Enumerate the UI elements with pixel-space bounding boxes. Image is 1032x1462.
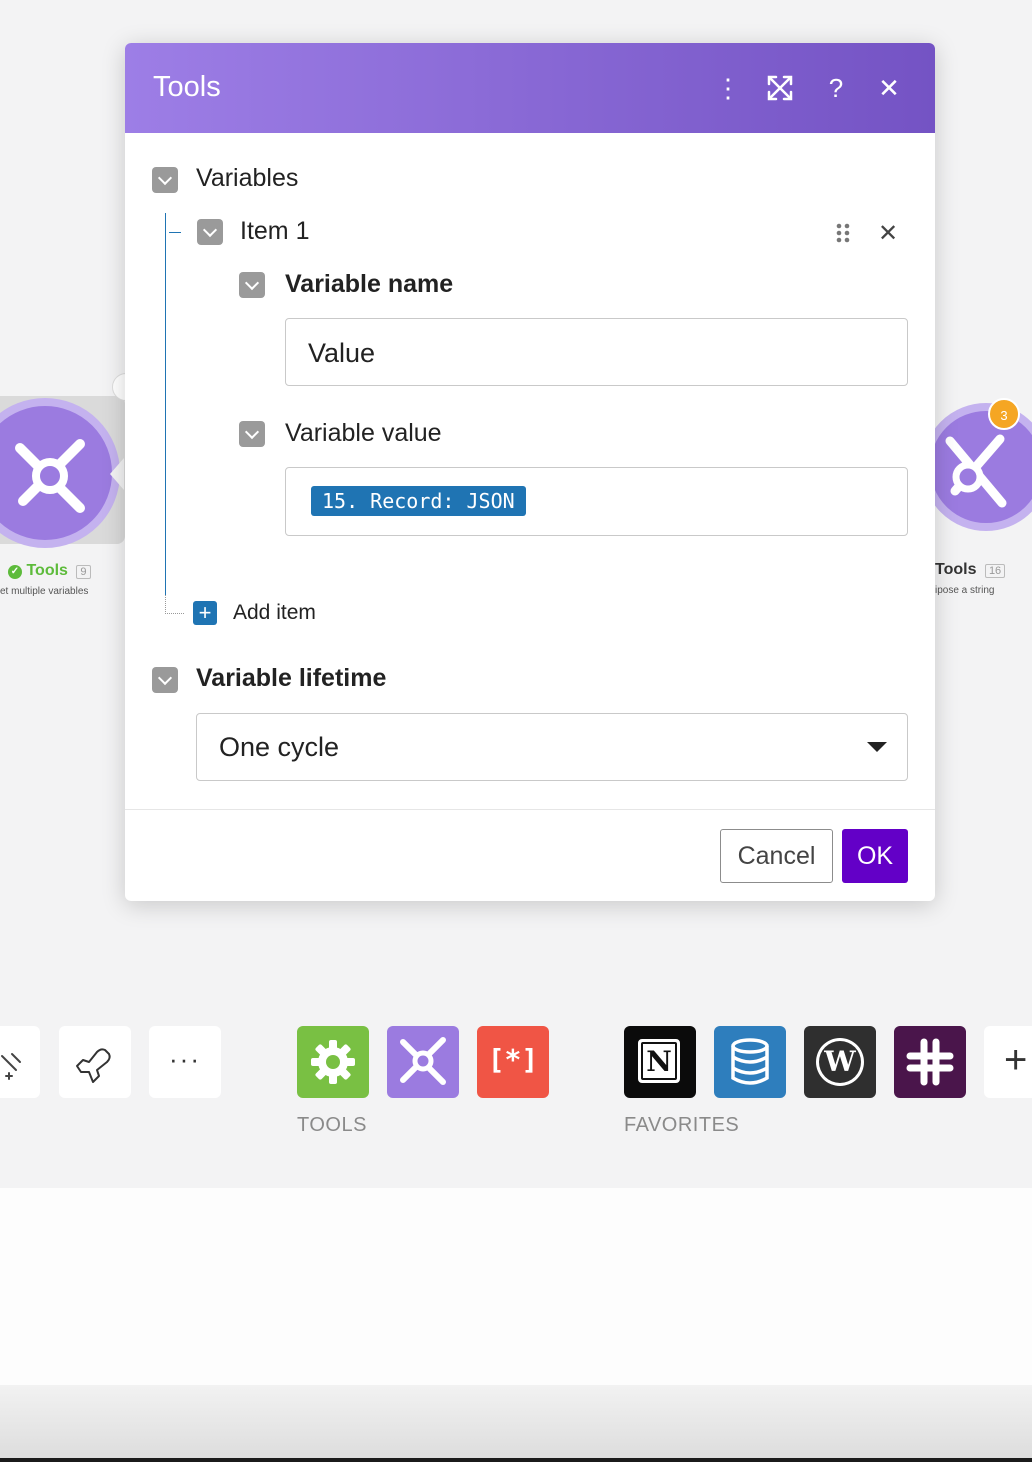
module-circle[interactable]: [0, 398, 120, 548]
maximize-icon[interactable]: [762, 70, 798, 106]
toolbar-tools-wrench-button[interactable]: [387, 1026, 459, 1098]
slack-icon: [906, 1038, 954, 1086]
toolbar-slack-button[interactable]: [894, 1026, 966, 1098]
tree-line-item: [169, 232, 181, 233]
database-icon: [731, 1038, 769, 1085]
variable-name-value: Value: [308, 338, 376, 368]
remove-item-icon[interactable]: ✕: [878, 219, 898, 248]
notion-icon: N: [638, 1039, 680, 1083]
module-label: Tools 16: [935, 561, 1006, 579]
variable-value-collapse-toggle[interactable]: [239, 421, 265, 447]
add-item-button[interactable]: + Add item: [193, 600, 353, 630]
more-horizontal-icon: ···: [169, 1044, 201, 1074]
item-collapse-toggle[interactable]: [197, 219, 223, 245]
regex-brackets-icon: [*]: [487, 1043, 539, 1076]
more-options-icon[interactable]: ⋮: [710, 70, 746, 106]
close-icon[interactable]: ✕: [871, 70, 907, 106]
variable-value-label: Variable value: [285, 419, 442, 447]
lifetime-select[interactable]: One cycle: [196, 713, 908, 781]
tools-module-dialog: Tools ⋮ ? ✕ Variables Item 1 ✕ Variable …: [125, 43, 935, 901]
module-subtitle: et multiple variables: [0, 586, 89, 597]
wrench-screwdriver-icon: [400, 1037, 446, 1085]
dialog-header: Tools ⋮ ? ✕: [125, 43, 935, 133]
help-icon[interactable]: ?: [818, 70, 854, 106]
ok-button[interactable]: OK: [842, 829, 908, 883]
variable-name-input[interactable]: Value: [285, 318, 908, 386]
module-name: Tools: [935, 561, 977, 578]
toolbar-notion-button[interactable]: N: [624, 1026, 696, 1098]
plus-icon: +: [193, 601, 217, 625]
variable-name-collapse-toggle[interactable]: [239, 272, 265, 298]
dropdown-caret-icon: [867, 742, 887, 752]
variable-value-input[interactable]: 15. Record: JSON: [285, 467, 908, 536]
dialog-title: Tools: [153, 71, 221, 103]
toolbar-data-store-button[interactable]: [714, 1026, 786, 1098]
variable-name-label: Variable name: [285, 270, 454, 298]
lifetime-label: Variable lifetime: [196, 664, 387, 692]
module-number: 16: [984, 564, 1006, 578]
module-label: ✓ Tools 9: [8, 562, 91, 580]
module-number: 9: [76, 565, 91, 579]
bottom-border: [0, 1458, 1032, 1462]
bottom-shade: [0, 1385, 1032, 1462]
wrench-screwdriver-icon: [15, 439, 85, 513]
toolbar-more-button[interactable]: ···: [149, 1026, 221, 1098]
cancel-button[interactable]: Cancel: [720, 829, 833, 883]
wrench-screwdriver-icon: [945, 434, 1007, 508]
toolbar-tools-gear-button[interactable]: [297, 1026, 369, 1098]
wordpress-icon: W: [816, 1038, 864, 1086]
module-arrow: [110, 458, 124, 490]
success-check-icon: ✓: [8, 565, 22, 579]
add-item-label: Add item: [233, 601, 316, 624]
item-label: Item 1: [240, 217, 310, 245]
dialog-footer-divider: [125, 809, 935, 810]
magic-wand-icon: [1, 1053, 21, 1080]
toolbar-wordpress-button[interactable]: W: [804, 1026, 876, 1098]
plus-icon: +: [1004, 1038, 1028, 1082]
variables-collapse-toggle[interactable]: [152, 167, 178, 193]
variables-label: Variables: [196, 164, 299, 192]
lifetime-selected-value: One cycle: [219, 732, 340, 762]
tools-group-label: TOOLS: [297, 1114, 367, 1136]
favorites-group-label: FAVORITES: [624, 1114, 740, 1136]
module-subtitle: ipose a string: [935, 585, 995, 596]
toolbar-airplane-button[interactable]: [59, 1026, 131, 1098]
lifetime-collapse-toggle[interactable]: [152, 667, 178, 693]
module-tools-set-variables[interactable]: ✓ Tools 9 et multiple variables: [0, 370, 140, 610]
module-tools-compose-string[interactable]: 3 Tools 16 ipose a string: [920, 395, 1032, 605]
notification-badge: 3: [988, 398, 1020, 430]
tree-line-vertical: [165, 213, 166, 595]
mapped-value-pill[interactable]: 15. Record: JSON: [311, 486, 526, 516]
toolbar-text-parser-button[interactable]: [*]: [477, 1026, 549, 1098]
tree-line-add-item: [165, 595, 184, 614]
airplane-icon: [76, 1048, 111, 1083]
module-name: Tools: [26, 562, 68, 579]
drag-handle-icon[interactable]: [833, 221, 853, 245]
gear-icon: [311, 1040, 355, 1084]
toolbar-magic-wand-button[interactable]: [0, 1026, 40, 1098]
toolbar-add-favorite-button[interactable]: +: [984, 1026, 1032, 1098]
